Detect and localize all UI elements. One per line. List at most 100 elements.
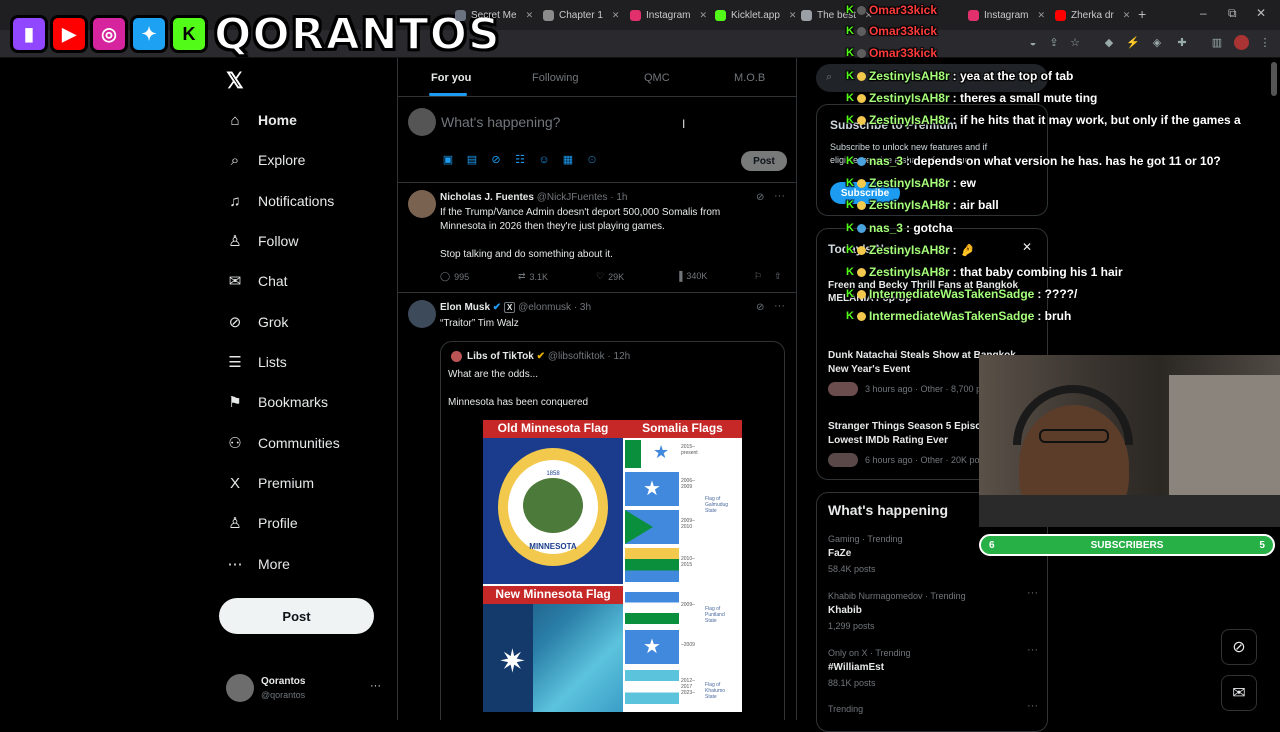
extension-icon[interactable]: ◒ xyxy=(1026,36,1040,50)
tab-qmc[interactable]: QMC xyxy=(644,72,670,84)
extensions-puzzle-icon[interactable]: ✚ xyxy=(1175,36,1189,50)
news-headline[interactable]: Lowest IMDb Rating Ever xyxy=(828,435,948,446)
more-icon[interactable]: ··· xyxy=(774,300,785,312)
profile-avatar-icon[interactable] xyxy=(1234,35,1249,50)
grok-icon[interactable]: ⊘ xyxy=(756,302,764,313)
browser-tab[interactable]: Instagram ✕ xyxy=(968,5,1045,25)
extension-icon[interactable]: ⇪ xyxy=(1047,36,1061,50)
maximize-button[interactable]: ⧉ xyxy=(1228,6,1237,21)
trend-name[interactable]: #WilliamEst xyxy=(828,662,884,673)
emoji-icon[interactable]: ☺ xyxy=(538,154,550,166)
twitch-icon: ▮ xyxy=(10,15,48,53)
kick-badge-icon: K xyxy=(846,4,854,16)
kick-badge-icon: K xyxy=(846,177,854,189)
close-tab-icon[interactable]: ✕ xyxy=(789,10,797,21)
more-icon[interactable]: ··· xyxy=(774,190,785,202)
news-headline[interactable]: New Year's Event xyxy=(828,364,910,375)
whats-happening-title: What's happening xyxy=(828,502,948,518)
tab-label: Chapter 1 xyxy=(559,9,603,21)
nav-item-bookmarks[interactable]: ⚑ Bookmarks xyxy=(226,389,328,415)
media-icon[interactable]: ▣ xyxy=(442,154,454,166)
nav-item-lists[interactable]: ☰ Lists xyxy=(226,349,287,375)
browser-tab[interactable]: Zherka dr ✕ xyxy=(1055,5,1130,25)
repost-button[interactable]: ⇄ 3.1K xyxy=(518,271,548,282)
trend-context: Trending xyxy=(828,704,864,714)
compose-input[interactable]: What's happening? xyxy=(441,114,560,130)
nav-item-chat[interactable]: ✉ Chat xyxy=(226,268,288,294)
nav-item-communities[interactable]: ⚇ Communities xyxy=(226,430,339,456)
chat-username: nas_3 xyxy=(868,221,903,235)
x-logo-icon[interactable]: 𝕏 xyxy=(226,68,244,94)
news-headline[interactable]: Stranger Things Season 5 Episode xyxy=(828,421,993,432)
grok-icon[interactable]: ⊘ xyxy=(490,154,502,166)
trend-count: 58.4K posts xyxy=(828,564,876,574)
flag-note-label: Flag of Khatumo State xyxy=(705,682,726,700)
nav-item-home[interactable]: ⌂ Home xyxy=(226,107,296,133)
browser-tab[interactable]: Secret Me ✕ xyxy=(455,5,533,25)
avatar-stack xyxy=(828,453,858,467)
close-icon[interactable]: ✕ xyxy=(1022,240,1032,254)
bookmark-icon[interactable]: ⚐ xyxy=(754,271,762,282)
tab-for-you[interactable]: For you xyxy=(431,72,471,84)
account-switcher[interactable]: Qorantos @qorantos ··· xyxy=(226,674,386,704)
nav-item-grok[interactable]: ⊘ Grok xyxy=(226,309,289,335)
tab-following[interactable]: Following xyxy=(532,72,578,84)
messages-icon[interactable]: ✉ xyxy=(1221,675,1257,711)
compose-post-button[interactable]: Post xyxy=(741,151,787,171)
quoted-text: What are the odds... xyxy=(448,369,539,380)
post-button[interactable]: Post xyxy=(219,598,374,634)
nav-item-profile[interactable]: ♙ Profile xyxy=(226,510,297,536)
premium-text: Subscribe to unlock new features and if xyxy=(830,142,988,152)
scrollbar[interactable] xyxy=(1271,62,1277,96)
chat-message: K Omar33kick xyxy=(846,46,940,60)
nav-item-notifications[interactable]: ♫ Notifications xyxy=(226,188,334,214)
extension-icon[interactable]: ◈ xyxy=(1150,36,1164,50)
tab-mob[interactable]: M.O.B xyxy=(734,72,765,84)
like-button[interactable]: ♡ 29K xyxy=(596,271,624,282)
poll-icon[interactable]: ☷ xyxy=(514,154,526,166)
close-tab-icon[interactable]: ✕ xyxy=(1123,10,1131,21)
close-tab-icon[interactable]: ✕ xyxy=(1037,10,1045,21)
views-button[interactable]: ▐ 340K xyxy=(676,271,707,281)
trend-name[interactable]: FaZe xyxy=(828,548,851,559)
nav-item-label: Lists xyxy=(258,354,287,370)
close-tab-icon[interactable]: ✕ xyxy=(526,10,534,21)
tweet-author[interactable]: Elon Musk ✔ X @elonmusk · 3h xyxy=(440,302,591,313)
avatar[interactable] xyxy=(408,300,436,328)
more-icon[interactable]: ··· xyxy=(1027,700,1038,712)
browser-tab[interactable]: Kicklet.app ✕ xyxy=(715,5,796,25)
nav-item-more[interactable]: ⋯ More xyxy=(226,551,290,577)
close-window-button[interactable]: ✕ xyxy=(1256,6,1266,20)
grok-icon[interactable]: ⊘ xyxy=(1221,629,1257,665)
more-icon[interactable]: ··· xyxy=(1027,587,1038,599)
close-tab-icon[interactable]: ✕ xyxy=(612,10,620,21)
browser-tab[interactable]: Chapter 1 ✕ xyxy=(543,5,619,25)
avatar[interactable] xyxy=(408,190,436,218)
trend-name[interactable]: Khabib xyxy=(828,605,862,616)
sidebar-icon[interactable]: ▥ xyxy=(1210,36,1224,50)
x-icon: X xyxy=(229,474,240,492)
browser-menu-icon[interactable]: ⋮ xyxy=(1258,36,1272,50)
nav-item-follow[interactable]: ♙ Follow xyxy=(226,228,298,254)
share-icon[interactable]: ⇧ xyxy=(774,271,782,282)
reply-button[interactable]: ◯ 995 xyxy=(440,271,469,282)
more-icon[interactable]: ··· xyxy=(370,680,381,692)
schedule-icon[interactable]: ▦ xyxy=(562,154,574,166)
chat-username: ZestinyIsAH8r xyxy=(868,265,950,279)
new-tab-button[interactable]: + xyxy=(1138,6,1146,22)
extension-icon[interactable]: ◆ xyxy=(1102,36,1116,50)
grok-icon[interactable]: ⊘ xyxy=(756,192,764,203)
flag-comparison-image[interactable]: Old Minnesota Flag Somalia Flags MINNESO… xyxy=(483,420,742,712)
location-icon[interactable]: ⊙ xyxy=(586,154,598,166)
bookmark-star-icon[interactable]: ☆ xyxy=(1068,36,1082,50)
minimize-button[interactable]: – xyxy=(1200,6,1207,20)
close-tab-icon[interactable]: ✕ xyxy=(699,10,707,21)
nav-item-explore[interactable]: ⌕ Explore xyxy=(226,147,306,173)
nav-item-premium[interactable]: X Premium xyxy=(226,470,314,496)
flag-note-label: Flag of Galmudug State xyxy=(705,496,729,514)
extension-icon[interactable]: ⚡ xyxy=(1126,36,1140,50)
more-icon[interactable]: ··· xyxy=(1027,644,1038,656)
tweet-author[interactable]: Nicholas J. Fuentes @NickJFuentes · 1h xyxy=(440,192,627,203)
browser-tab[interactable]: Instagram ✕ xyxy=(630,5,707,25)
gif-icon[interactable]: ▤ xyxy=(466,154,478,166)
